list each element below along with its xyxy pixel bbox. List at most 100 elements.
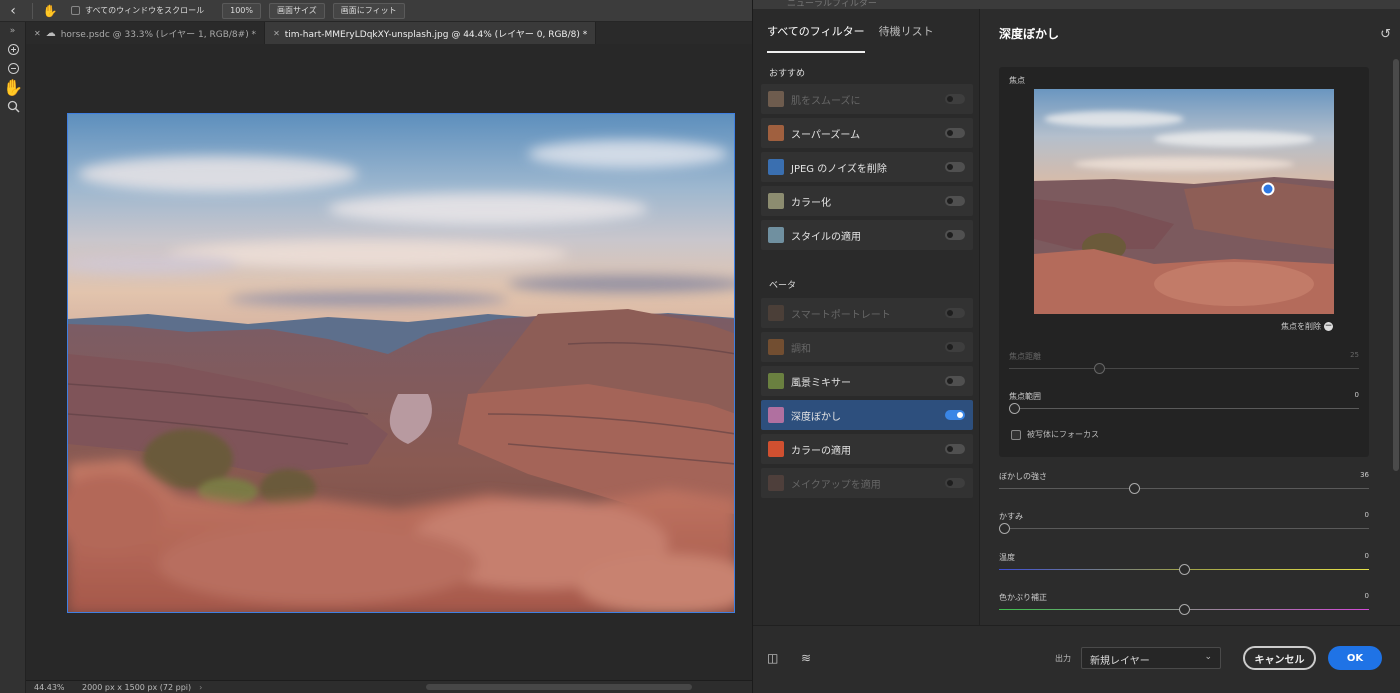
expand-icon[interactable]: » <box>0 22 25 40</box>
tools-panel: » ✋ <box>0 22 26 693</box>
filter-makeup-transfer[interactable]: メイクアップを適用 <box>761 468 973 498</box>
filter-toggle[interactable] <box>945 230 965 240</box>
slider-value: 0 <box>1364 511 1369 519</box>
slider-track[interactable] <box>999 528 1369 529</box>
fit-screen-size-button[interactable]: 画面サイズ <box>269 2 325 19</box>
scroll-all-label: すべてのウィンドウをスクロール <box>85 6 205 15</box>
slider-knob[interactable] <box>1129 483 1140 494</box>
focal-point-label: 焦点 <box>1009 76 1025 85</box>
hand-tool-icon: ✋ <box>42 3 58 18</box>
scroll-all-windows-checkbox[interactable]: すべてのウィンドウをスクロール <box>71 5 204 16</box>
filter-thumbnail <box>768 373 784 389</box>
slider-knob[interactable] <box>999 523 1010 534</box>
focal-range-slider[interactable]: 焦点範囲 0 <box>1009 391 1359 421</box>
warmth-slider[interactable]: 温度 0 <box>999 552 1369 582</box>
layers-icon[interactable]: ≋ <box>801 651 811 665</box>
filter-toggle[interactable] <box>945 162 965 172</box>
output-value: 新規レイヤー <box>1090 656 1150 667</box>
chevron-right-icon[interactable]: › <box>199 683 202 692</box>
hand-tool-icon[interactable]: ✋ <box>0 78 26 97</box>
filter-thumbnail <box>768 305 784 321</box>
filter-smart-portrait[interactable]: スマートポートレート <box>761 298 973 328</box>
slider-knob[interactable] <box>1179 564 1190 575</box>
filter-toggle[interactable] <box>945 478 965 488</box>
zoom-tool-icon[interactable] <box>0 97 26 116</box>
focal-distance-slider[interactable]: 焦点距離 25 <box>1009 351 1359 381</box>
filter-tabs: すべてのフィルター 待機リスト <box>753 9 979 53</box>
filter-toggle[interactable] <box>945 376 965 386</box>
window-title: ニューラルフィルター <box>787 0 877 9</box>
document-image[interactable] <box>67 113 735 613</box>
slider-label: 焦点距離 <box>1009 352 1041 361</box>
tab-horse[interactable]: ✕ ☁ horse.psdc @ 33.3% (レイヤー 1, RGB/8#) … <box>26 22 266 44</box>
close-icon[interactable]: ✕ <box>34 29 41 38</box>
filter-label: JPEG のノイズを削除 <box>791 163 887 175</box>
dialog-footer: ◫ ≋ 出力 新規レイヤー ⌄ キャンセル OK <box>753 625 1400 693</box>
focal-preview[interactable] <box>1034 89 1334 314</box>
output-select[interactable]: 新規レイヤー ⌄ <box>1081 647 1221 669</box>
filter-label: スーパーズーム <box>791 129 861 141</box>
filter-toggle[interactable] <box>945 94 965 104</box>
slider-track[interactable] <box>999 488 1369 489</box>
slider-track[interactable] <box>1009 368 1359 369</box>
zoom-100-button[interactable]: 100% <box>222 2 261 19</box>
filter-thumbnail <box>768 407 784 423</box>
focus-subject-checkbox[interactable]: 被写体にフォーカス <box>1011 429 1099 440</box>
filter-title: 深度ぼかし <box>999 26 1060 41</box>
slider-knob[interactable] <box>1009 403 1020 414</box>
haze-slider[interactable]: かすみ 0 <box>999 511 1369 541</box>
filter-toggle[interactable] <box>945 196 965 206</box>
filter-settings-panel: 深度ぼかし ↺ 焦点 焦点を削除 − 焦点距離 25 焦点範囲 0 被写体にフォ… <box>981 9 1400 625</box>
filter-super-zoom[interactable]: スーパーズーム <box>761 118 973 148</box>
checkbox-label: 被写体にフォーカス <box>1027 430 1099 439</box>
minus-circle-icon: − <box>1324 321 1333 331</box>
filter-landscape-mixer[interactable]: 風景ミキサー <box>761 366 973 396</box>
zoom-level[interactable]: 44.43% <box>26 683 76 692</box>
close-icon[interactable]: ✕ <box>273 29 280 38</box>
tab-waitlist[interactable]: 待機リスト <box>879 23 934 46</box>
filter-toggle[interactable] <box>945 128 965 138</box>
remove-focal-point-button[interactable]: 焦点を削除 − <box>1281 321 1333 332</box>
filter-skin-smoothing[interactable]: 肌をスムーズに <box>761 84 973 114</box>
filter-colorize[interactable]: カラー化 <box>761 186 973 216</box>
section-beta: ベータ <box>769 281 797 291</box>
checkbox-box[interactable] <box>71 6 80 15</box>
cancel-button[interactable]: キャンセル <box>1243 646 1316 670</box>
filter-toggle[interactable] <box>945 444 965 454</box>
zoom-out-icon[interactable] <box>0 59 26 78</box>
horizontal-scrollbar[interactable] <box>426 684 692 690</box>
compare-icon[interactable]: ◫ <box>767 651 778 665</box>
checkbox-box[interactable] <box>1011 429 1021 440</box>
filter-jpeg-artifacts[interactable]: JPEG のノイズを削除 <box>761 152 973 182</box>
filter-harmonization[interactable]: 調和 <box>761 332 973 362</box>
tab-all-filters[interactable]: すべてのフィルター <box>767 23 865 53</box>
tint-slider[interactable]: 色かぶり補正 0 <box>999 592 1369 622</box>
window-titlebar[interactable]: ニューラルフィルター <box>753 0 1400 9</box>
filter-label: 肌をスムーズに <box>791 95 861 107</box>
ok-button[interactable]: OK <box>1328 646 1382 670</box>
vertical-scrollbar[interactable] <box>1393 59 1399 471</box>
filter-toggle[interactable] <box>945 308 965 318</box>
zoom-in-icon[interactable] <box>0 40 26 59</box>
fit-screen-button[interactable]: 画面にフィット <box>332 2 405 19</box>
slider-value: 0 <box>1364 592 1369 600</box>
filter-color-transfer[interactable]: カラーの適用 <box>761 434 973 464</box>
filter-style-transfer[interactable]: スタイルの適用 <box>761 220 973 250</box>
reset-icon[interactable]: ↺ <box>1380 27 1391 42</box>
back-icon[interactable]: ‹ <box>0 0 26 22</box>
divider <box>32 2 33 19</box>
filter-toggle[interactable] <box>945 342 965 352</box>
slider-track[interactable] <box>1009 408 1359 409</box>
filter-thumbnail <box>768 193 784 209</box>
tab-canyon[interactable]: ✕ tim-hart-MMEryLDqkXY-unsplash.jpg @ 44… <box>265 22 597 44</box>
filter-label: カラーの適用 <box>791 445 851 457</box>
canvas-area[interactable] <box>26 44 752 680</box>
blur-strength-slider[interactable]: ぼかしの強さ 36 <box>999 471 1369 501</box>
filter-label: スマートポートレート <box>791 309 891 321</box>
slider-knob[interactable] <box>1094 363 1105 374</box>
beta-list: スマートポートレート 調和 風景ミキサー 深度ぼかし カラーの適用 メイクアップ… <box>753 298 979 498</box>
slider-knob[interactable] <box>1179 604 1190 615</box>
filter-toggle[interactable] <box>945 410 965 420</box>
chevron-down-icon: ⌄ <box>1204 652 1212 662</box>
filter-depth-blur[interactable]: 深度ぼかし <box>761 400 973 430</box>
